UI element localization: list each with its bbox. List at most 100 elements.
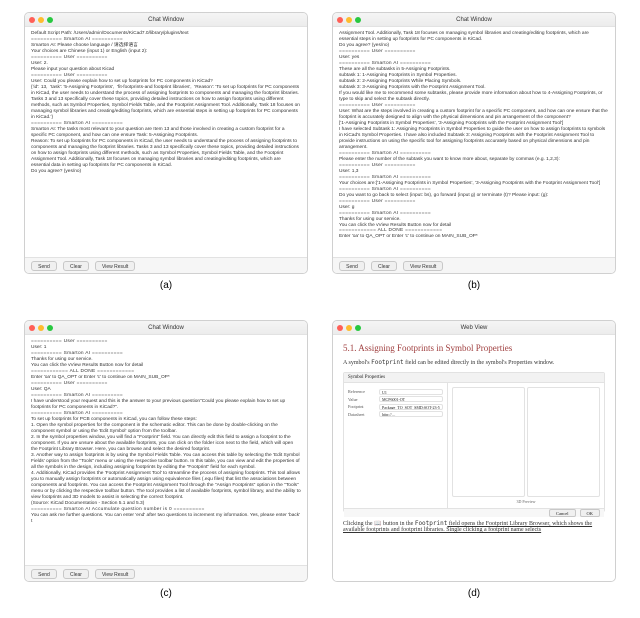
send-button[interactable]: Send <box>339 261 365 271</box>
chat-transcript: Assignment Tool. Additionally, Task 18 f… <box>333 27 615 257</box>
preview-label: 3D Preview <box>452 499 600 504</box>
traffic-lights <box>29 325 53 331</box>
figure-title: Symbol Properties <box>344 373 604 383</box>
form-row: FootprintPackage_TO_SOT_SMD:SOT-23-5 <box>348 404 443 410</box>
chat-window-b: Chat Window Assignment Tool. Additionall… <box>332 12 616 274</box>
figure-grid: Chat Window Default Script Path: /Users/… <box>0 0 640 618</box>
chat-line: 2. In the symbol properties window, you … <box>31 435 301 453</box>
titlebar: Chat Window <box>25 13 307 27</box>
field-input[interactable]: Package_TO_SOT_SMD:SOT-23-5 <box>379 404 443 410</box>
subfigure-caption: (b) <box>468 280 480 291</box>
chat-line: If you would like me to recommend some s… <box>339 91 609 103</box>
chat-line: Enter 'oa' to QA_OPT or Enter 'c' to con… <box>339 234 609 240</box>
chat-window-c: Chat Window ========== User ==========Us… <box>24 320 308 582</box>
field-label: Datasheet <box>348 412 376 417</box>
doc-intro: A symbol's Footprint field can be edited… <box>343 359 605 366</box>
chat-line: Do you agree? (yes/no) <box>31 169 301 175</box>
form-row: Datasheethttp://… <box>348 411 443 417</box>
code-footprint: Footprint <box>371 359 404 366</box>
chat-line: I have selected Subtask 1: Assigning Foo… <box>339 127 609 151</box>
cell-c: Chat Window ========== User ==========Us… <box>24 320 308 614</box>
close-icon[interactable] <box>337 17 343 23</box>
chat-line: Reason: To set up footprints for PC comp… <box>31 139 301 169</box>
zoom-icon[interactable] <box>355 17 361 23</box>
close-icon[interactable] <box>29 17 35 23</box>
send-button[interactable]: Send <box>31 261 57 271</box>
view-result-button[interactable]: View Result <box>95 261 135 271</box>
field-label: Footprint <box>348 404 376 409</box>
window-title: Chat Window <box>25 325 307 331</box>
chat-transcript: Default Script Path: /Users/admin/Docume… <box>25 27 307 257</box>
clear-button[interactable]: Clear <box>63 261 89 271</box>
chat-line: {'id': 13, 'task': '5-Assigning Footprin… <box>31 85 301 121</box>
subfigure-caption: (c) <box>160 588 172 599</box>
zoom-icon[interactable] <box>47 325 53 331</box>
web-view-window: Web View 5.1. Assigning Footprints in Sy… <box>332 320 616 582</box>
field-input[interactable]: http://… <box>379 411 443 417</box>
text: field can be edited directly in the symb… <box>404 360 555 366</box>
window-title: Chat Window <box>333 17 615 23</box>
field-input[interactable]: MCP6001-OT <box>379 396 443 402</box>
chat-line: Smarton AI: The tasks most relevant to y… <box>31 127 301 139</box>
chat-line: 4. Additionally, KiCad provides the 'Foo… <box>31 471 301 501</box>
traffic-lights <box>29 17 53 23</box>
code-footprint: Footprint <box>415 520 448 527</box>
chat-line: User: What are the steps involved in cre… <box>339 109 609 121</box>
form-row: ValueMCP6001-OT <box>348 396 443 402</box>
footprint-list[interactable] <box>527 387 600 497</box>
chat-line: Your choices are:['1-Assigning Footprint… <box>339 181 609 187</box>
zoom-icon[interactable] <box>47 17 53 23</box>
window-title: Web View <box>333 325 615 331</box>
minimize-icon[interactable] <box>346 325 352 331</box>
window-title: Chat Window <box>25 17 307 23</box>
chat-transcript: ========== User ==========User: 1=======… <box>25 335 307 565</box>
button-bar: Send Clear View Result <box>25 257 307 273</box>
doc-heading: 5.1. Assigning Footprints in Symbol Prop… <box>343 343 605 353</box>
field-label: Value <box>348 397 376 402</box>
view-result-button[interactable]: View Result <box>95 569 135 579</box>
button-bar: Send Clear View Result <box>25 565 307 581</box>
chat-line: You can ask me further questions. You ca… <box>31 513 301 525</box>
titlebar: Web View <box>333 321 615 335</box>
cell-a: Chat Window Default Script Path: /Users/… <box>24 12 308 306</box>
figure-footer: Cancel OK <box>344 508 604 517</box>
field-input[interactable]: U1 <box>379 389 443 395</box>
subfigure-caption: (a) <box>160 280 172 291</box>
cell-d: Web View 5.1. Assigning Footprints in Sy… <box>332 320 616 614</box>
ok-button[interactable]: OK <box>580 509 601 517</box>
view-result-button[interactable]: View Result <box>403 261 443 271</box>
chat-window-a: Chat Window Default Script Path: /Users/… <box>24 12 308 274</box>
symbol-properties-figure: Symbol Properties ReferenceU1ValueMCP600… <box>343 372 605 512</box>
symbol-properties-form: ReferenceU1ValueMCP6001-OTFootprintPacka… <box>344 383 448 508</box>
button-bar: Send Clear View Result <box>333 257 615 273</box>
chat-line: Assignment Tool. Additionally, Task 18 f… <box>339 31 609 43</box>
close-icon[interactable] <box>337 325 343 331</box>
field-label: Reference <box>348 389 376 394</box>
browser-grid <box>452 387 600 497</box>
minimize-icon[interactable] <box>346 17 352 23</box>
zoom-icon[interactable] <box>355 325 361 331</box>
figure-body: ReferenceU1ValueMCP6001-OTFootprintPacka… <box>344 383 604 508</box>
traffic-lights <box>337 17 361 23</box>
send-button[interactable]: Send <box>31 569 57 579</box>
traffic-lights <box>337 325 361 331</box>
library-list[interactable] <box>452 387 525 497</box>
cell-b: Chat Window Assignment Tool. Additionall… <box>332 12 616 306</box>
clear-button[interactable]: Clear <box>371 261 397 271</box>
doc-outro: Clicking the 📖 button in the Footprint f… <box>343 520 605 533</box>
footprint-browser: 3D Preview <box>448 383 604 508</box>
chat-line: 3. Another way to assign footprints is b… <box>31 453 301 471</box>
text: A symbol's <box>343 360 371 366</box>
subfigure-caption: (d) <box>468 588 480 599</box>
minimize-icon[interactable] <box>38 17 44 23</box>
titlebar: Chat Window <box>333 13 615 27</box>
close-icon[interactable] <box>29 325 35 331</box>
chat-line: 1. Open the symbol properties for the co… <box>31 423 301 435</box>
cancel-button[interactable]: Cancel <box>549 509 576 517</box>
titlebar: Chat Window <box>25 321 307 335</box>
chat-line: I have understood your request and this … <box>31 399 301 411</box>
form-row: ReferenceU1 <box>348 389 443 395</box>
doc-content: 5.1. Assigning Footprints in Symbol Prop… <box>333 335 615 581</box>
minimize-icon[interactable] <box>38 325 44 331</box>
clear-button[interactable]: Clear <box>63 569 89 579</box>
